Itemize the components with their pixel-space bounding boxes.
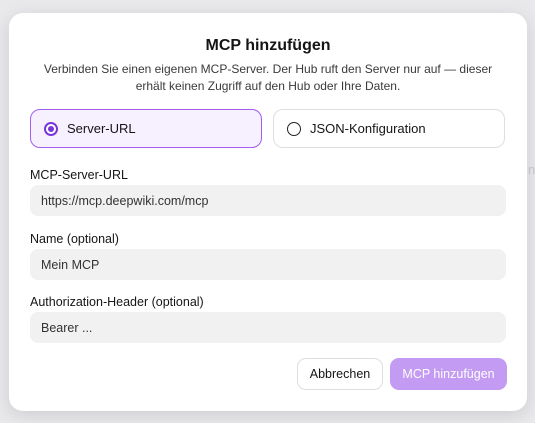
auth-header-label: Authorization-Header (optional) [30,295,204,309]
dialog-subtitle: Verbinden Sie einen eigenen MCP-Server. … [43,62,493,93]
add-mcp-dialog: MCP hinzufügen Verbinden Sie einen eigen… [9,13,527,411]
add-mcp-button[interactable]: MCP hinzufügen [390,358,507,390]
option-server-url-label: Server-URL [67,121,136,136]
option-json-config-label: JSON-Konfiguration [310,121,426,136]
cancel-button[interactable]: Abbrechen [297,358,383,390]
server-url-label: MCP-Server-URL [30,168,128,182]
name-label: Name (optional) [30,232,119,246]
option-json-config[interactable]: JSON-Konfiguration [273,109,505,148]
radio-unselected-icon [287,121,301,136]
auth-header-input[interactable]: Bearer ... [30,312,506,343]
radio-selected-icon [44,121,58,136]
dialog-title: MCP hinzufügen [205,37,331,54]
option-server-url[interactable]: Server-URL [30,109,262,148]
backdrop-text-fragment: na [528,162,535,177]
name-input[interactable]: Mein MCP [30,249,506,280]
server-url-input[interactable]: https://mcp.deepwiki.com/mcp [30,185,506,216]
